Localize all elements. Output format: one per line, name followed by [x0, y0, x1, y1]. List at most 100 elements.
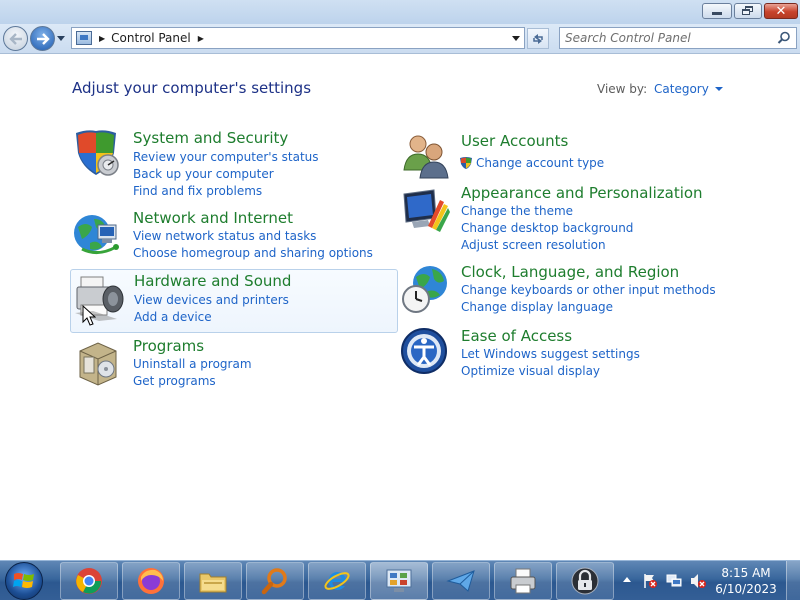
printer-icon — [510, 568, 536, 594]
forward-button[interactable] — [30, 26, 55, 51]
link-review-computer-status[interactable]: Review your computer's status — [133, 150, 319, 164]
refresh-icon — [533, 33, 543, 44]
printer-speaker-icon[interactable] — [73, 273, 125, 325]
link-change-account-type-row[interactable]: Change account type — [459, 156, 604, 170]
forward-arrow-icon — [36, 32, 50, 45]
link-change-desktop-background[interactable]: Change desktop background — [461, 221, 633, 235]
users-icon[interactable] — [400, 130, 452, 182]
minimize-button[interactable] — [702, 3, 732, 19]
breadcrumb-separator-icon[interactable]: ▶ — [99, 34, 105, 43]
page-title: Adjust your computer's settings — [72, 79, 312, 97]
lock-icon — [571, 567, 599, 595]
send-icon — [446, 570, 475, 592]
link-uninstall-program[interactable]: Uninstall a program — [133, 357, 252, 371]
view-by-label: View by: — [597, 82, 648, 96]
file-explorer-icon — [199, 573, 227, 593]
view-by-dropdown[interactable]: Category — [654, 82, 723, 96]
category-title-system-and-security[interactable]: System and Security — [133, 129, 288, 147]
chevron-down-icon[interactable] — [714, 87, 723, 91]
category-title-user-accounts[interactable]: User Accounts — [461, 132, 568, 150]
link-change-theme[interactable]: Change the theme — [461, 204, 573, 218]
taskbar-printer-app[interactable] — [494, 562, 552, 600]
control-panel-icon — [386, 569, 412, 592]
link-adjust-screen-resolution[interactable]: Adjust screen resolution — [461, 238, 606, 252]
category-title-appearance-and-personalization[interactable]: Appearance and Personalization — [461, 184, 703, 202]
uac-shield-icon — [460, 157, 472, 169]
back-button[interactable] — [3, 26, 28, 51]
maximize-button[interactable] — [734, 3, 762, 19]
link-change-keyboards[interactable]: Change keyboards or other input methods — [461, 283, 716, 297]
chrome-icon — [76, 568, 102, 594]
search-box[interactable] — [559, 27, 797, 49]
start-button[interactable] — [5, 562, 43, 600]
mouse-pointer-icon — [82, 305, 96, 326]
address-dropdown-arrow[interactable] — [512, 36, 520, 41]
category-title-programs[interactable]: Programs — [133, 337, 204, 355]
show-hidden-icons[interactable] — [623, 577, 631, 582]
link-homegroup-sharing[interactable]: Choose homegroup and sharing options — [133, 246, 373, 260]
volume-muted-icon[interactable] — [690, 573, 706, 589]
taskbar-firefox[interactable] — [122, 562, 180, 600]
restore-icon — [742, 6, 754, 16]
firefox-icon — [138, 568, 164, 594]
link-get-programs[interactable]: Get programs — [133, 374, 216, 388]
category-ease-of-access: Ease of Access Let Windows suggest setti… — [400, 327, 720, 379]
taskbar-lock-app[interactable] — [556, 562, 614, 600]
show-desktop-button[interactable] — [786, 561, 800, 600]
link-optimize-visual-display[interactable]: Optimize visual display — [461, 364, 600, 378]
recent-pages-dropdown[interactable] — [57, 36, 65, 41]
taskbar-internet-explorer[interactable] — [308, 562, 366, 600]
control-panel-small-icon — [76, 31, 92, 45]
taskbar-control-panel[interactable] — [370, 562, 428, 600]
monitor-palette-icon[interactable] — [400, 186, 452, 238]
view-by-value[interactable]: Category — [654, 82, 709, 96]
search-input[interactable] — [565, 29, 771, 47]
category-title-clock-language-region[interactable]: Clock, Language, and Region — [461, 263, 679, 281]
control-panel-content: Adjust your computer's settings View by:… — [0, 55, 800, 560]
close-icon: ✕ — [775, 3, 787, 19]
network-globe-icon[interactable] — [72, 209, 124, 261]
link-let-windows-suggest[interactable]: Let Windows suggest settings — [461, 347, 640, 361]
shield-icon[interactable] — [72, 127, 124, 179]
taskbar-file-explorer[interactable] — [184, 562, 242, 600]
link-back-up-computer[interactable]: Back up your computer — [133, 167, 274, 181]
ease-of-access-icon[interactable] — [400, 327, 452, 379]
action-center-flag-icon[interactable] — [642, 573, 658, 589]
category-title-ease-of-access[interactable]: Ease of Access — [461, 327, 572, 345]
taskbar-chrome[interactable] — [60, 562, 118, 600]
breadcrumb-control-panel[interactable]: Control Panel — [111, 31, 191, 45]
category-system-and-security: System and Security Review your computer… — [72, 127, 392, 198]
taskbar: 8:15 AM 6/10/2023 — [0, 560, 800, 600]
internet-explorer-icon — [324, 571, 350, 590]
category-user-accounts: User Accounts Change account type — [400, 130, 720, 182]
link-find-and-fix-problems[interactable]: Find and fix problems — [133, 184, 262, 198]
search-icon[interactable] — [777, 31, 791, 45]
category-title-network-and-internet[interactable]: Network and Internet — [133, 209, 293, 227]
clock-globe-icon[interactable] — [400, 263, 452, 315]
back-arrow-icon — [8, 32, 22, 45]
network-icon[interactable] — [666, 573, 682, 589]
search-magnifier-icon — [261, 568, 287, 595]
programs-box-icon[interactable] — [72, 337, 124, 389]
close-button[interactable]: ✕ — [764, 3, 798, 19]
taskbar-send-app[interactable] — [432, 562, 490, 600]
refresh-button[interactable] — [527, 28, 549, 49]
system-tray: 8:15 AM 6/10/2023 — [620, 561, 800, 600]
link-change-display-language[interactable]: Change display language — [461, 300, 613, 314]
address-bar[interactable]: ▶ Control Panel ▶ — [71, 27, 525, 49]
title-bar: ✕ — [0, 0, 800, 24]
navigation-bar: ▶ Control Panel ▶ — [0, 24, 800, 54]
system-clock[interactable]: 8:15 AM 6/10/2023 — [712, 565, 780, 597]
breadcrumb-separator-icon[interactable]: ▶ — [198, 34, 204, 43]
category-title-hardware-and-sound[interactable]: Hardware and Sound — [134, 272, 291, 290]
link-change-account-type[interactable]: Change account type — [476, 156, 604, 170]
taskbar-search-tool[interactable] — [246, 562, 304, 600]
link-view-network-status[interactable]: View network status and tasks — [133, 229, 316, 243]
category-hardware-and-sound[interactable]: Hardware and Sound View devices and prin… — [70, 269, 398, 333]
clock-date: 6/10/2023 — [715, 582, 777, 596]
link-add-a-device[interactable]: Add a device — [134, 310, 212, 324]
link-view-devices-printers[interactable]: View devices and printers — [134, 293, 289, 307]
minimize-icon — [712, 12, 722, 15]
category-network-and-internet: Network and Internet View network status… — [72, 209, 392, 261]
category-appearance-and-personalization: Appearance and Personalization Change th… — [400, 184, 720, 252]
